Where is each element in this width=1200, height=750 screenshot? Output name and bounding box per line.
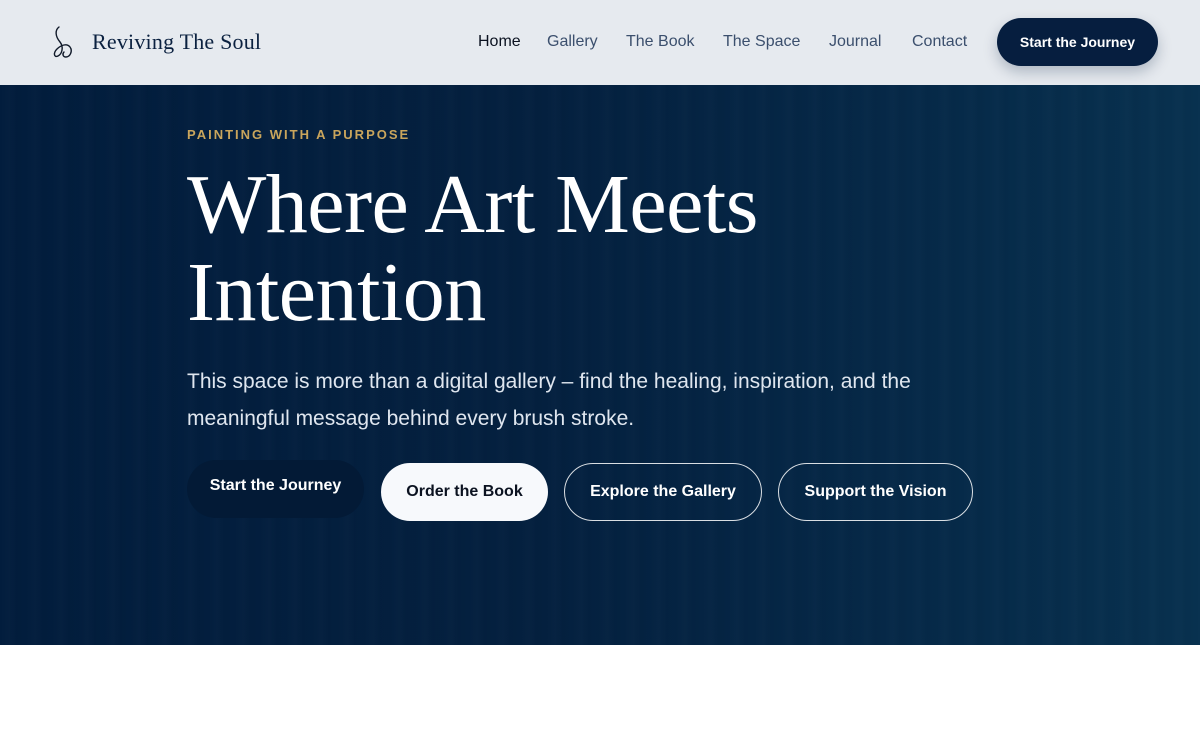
hero-headline: Where Art Meets Intention bbox=[187, 158, 758, 339]
signature-logo-icon bbox=[53, 26, 72, 58]
hero-eyebrow: PAINTING WITH A PURPOSE bbox=[187, 127, 411, 142]
nav-home[interactable]: Home bbox=[478, 31, 521, 53]
nav-gallery[interactable]: Gallery bbox=[547, 31, 598, 53]
nav-contact[interactable]: Contact bbox=[912, 31, 967, 53]
nav-the-book[interactable]: The Book bbox=[626, 31, 694, 53]
support-vision-button[interactable]: Support the Vision bbox=[778, 463, 973, 521]
hero-section: PAINTING WITH A PURPOSE Where Art Meets … bbox=[0, 85, 1200, 645]
nav-the-space[interactable]: The Space bbox=[723, 31, 800, 53]
brand-link[interactable]: Reviving The Soul bbox=[50, 22, 261, 62]
hero-lead-text: This space is more than a digital galler… bbox=[187, 370, 911, 430]
order-book-button[interactable]: Order the Book bbox=[381, 463, 548, 521]
start-journey-button[interactable]: Start the Journey bbox=[187, 460, 364, 518]
site-header: Reviving The Soul Home Gallery The Book … bbox=[0, 0, 1200, 85]
header-start-journey-button[interactable]: Start the Journey bbox=[997, 18, 1158, 66]
brand-name: Reviving The Soul bbox=[92, 29, 262, 54]
nav-journal[interactable]: Journal bbox=[829, 31, 881, 53]
explore-gallery-button[interactable]: Explore the Gallery bbox=[564, 463, 762, 521]
